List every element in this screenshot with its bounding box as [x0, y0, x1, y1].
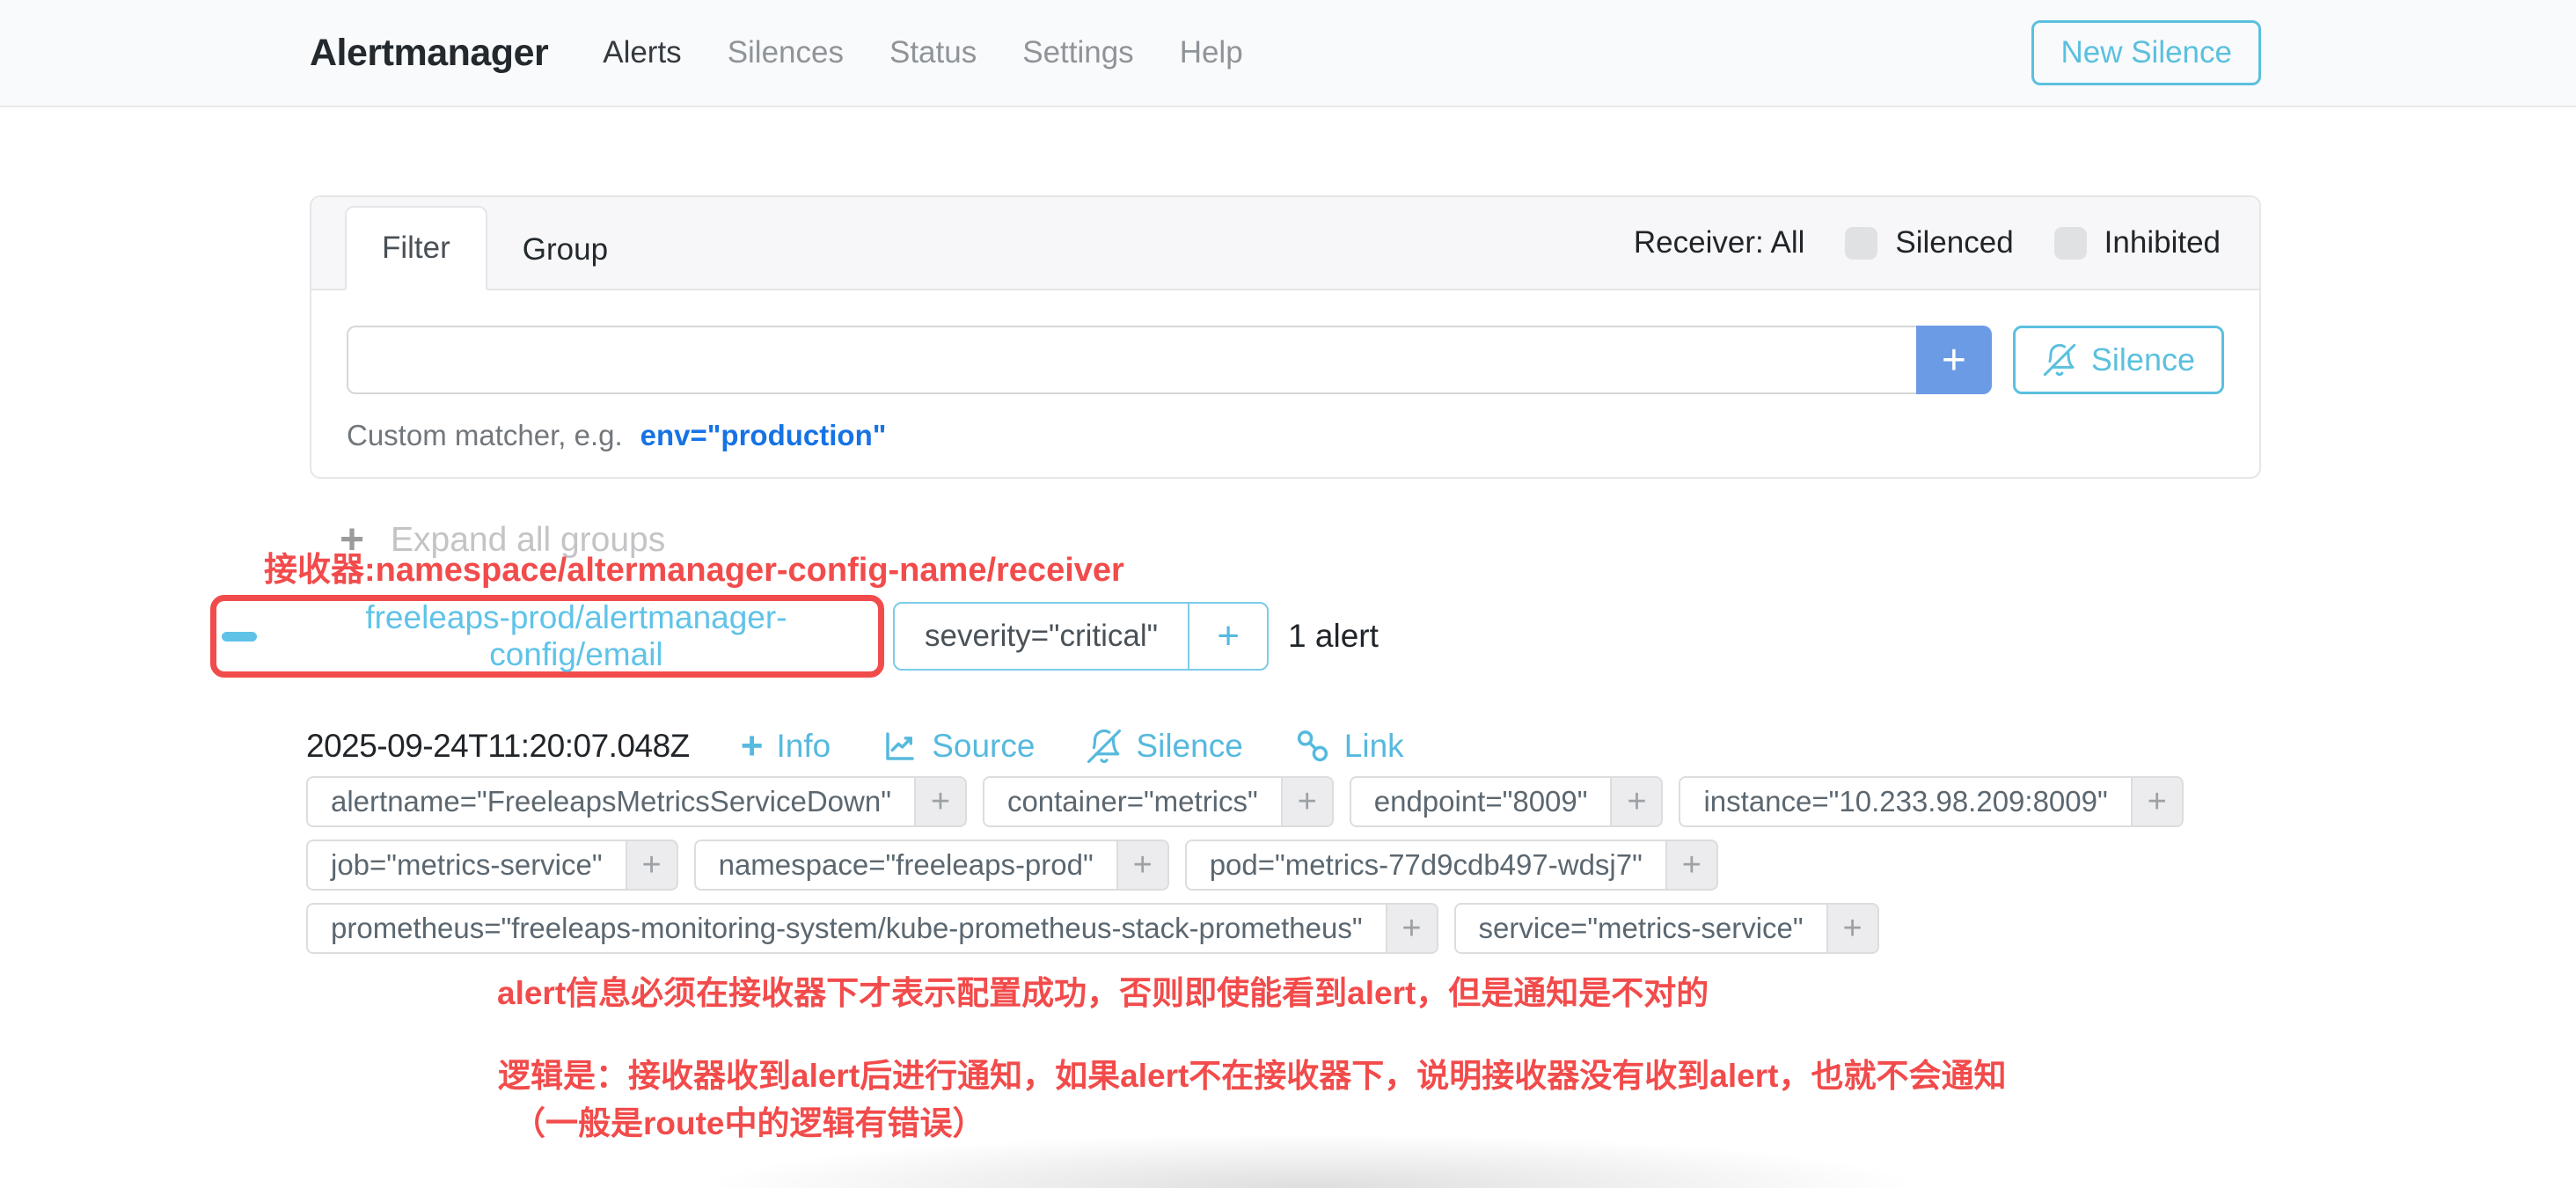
bell-slash-icon: [2042, 342, 2077, 378]
alert-label-chip: instance="10.233.98.209:8009" +: [1679, 776, 2183, 827]
filter-card-header-right: Receiver: All Silenced Inhibited: [1634, 197, 2221, 289]
add-group-filter-button[interactable]: +: [1188, 604, 1267, 669]
label-row: prometheus="freeleaps-monitoring-system/…: [306, 903, 2184, 954]
label-text: alertname="FreeleapsMetricsServiceDown": [306, 776, 916, 827]
label-text: namespace="freeleaps-prod": [694, 840, 1118, 891]
silenced-checkbox[interactable]: Silenced: [1845, 225, 2013, 260]
silence-button-label: Silence: [2091, 341, 2195, 378]
bell-slash-icon: [1086, 728, 1123, 765]
alert-source-link[interactable]: Source: [882, 728, 1035, 765]
silenced-checkbox-label: Silenced: [1895, 225, 2013, 260]
label-text: pod="metrics-77d9cdb497-wdsj7": [1185, 840, 1667, 891]
plus-icon: +: [741, 727, 764, 766]
alert-label-chip: alertname="FreeleapsMetricsServiceDown" …: [306, 776, 967, 827]
alert-silence-link[interactable]: Silence: [1086, 728, 1242, 765]
silence-from-filter-button[interactable]: Silence: [2013, 326, 2224, 394]
tab-group[interactable]: Group: [487, 209, 643, 290]
checkbox-icon[interactable]: [2054, 227, 2087, 260]
receiver-group-toggle[interactable]: freeleaps-prod/alertmanager-config/email: [216, 598, 878, 674]
annotation-receiver-format: 接收器:namespace/altermanager-config-name/r…: [264, 542, 1124, 590]
main-content: Filter Group Receiver: All Silenced Inhi…: [0, 107, 2576, 1184]
group-matcher-chip: severity="critical" +: [893, 602, 1269, 671]
screenshot-bottom-shadow: [545, 1130, 2076, 1188]
filter-card: Filter Group Receiver: All Silenced Inhi…: [310, 195, 2261, 479]
alert-label-chip: namespace="freeleaps-prod" +: [694, 840, 1169, 891]
label-text: endpoint="8009": [1350, 776, 1613, 827]
receiver-filter-toggle[interactable]: Receiver: All: [1634, 225, 1805, 260]
add-label-filter-button[interactable]: +: [1612, 776, 1663, 827]
nav-help[interactable]: Help: [1180, 35, 1243, 70]
annotation-line-1: alert信息必须在接收器下才表示配置成功，否则即使能看到alert，但是通知是…: [497, 966, 1709, 1014]
alert-timestamp: 2025-09-24T11:20:07.048Z: [306, 728, 690, 765]
matcher-input[interactable]: [347, 326, 1916, 394]
annotation-line-2: 逻辑是：接收器收到alert后进行通知，如果alert不在接收器下，说明接收器没…: [498, 1049, 2006, 1096]
add-label-filter-button[interactable]: +: [627, 840, 678, 891]
nav-status[interactable]: Status: [889, 35, 977, 70]
alert-detail-row: 2025-09-24T11:20:07.048Z + Info Source S…: [306, 722, 1404, 771]
matcher-example-link[interactable]: env="production": [640, 419, 887, 452]
tab-filter[interactable]: Filter: [345, 206, 487, 290]
info-link-label: Info: [776, 728, 831, 765]
label-text: job="metrics-service": [306, 840, 627, 891]
chart-icon: [882, 728, 918, 765]
inhibited-checkbox[interactable]: Inhibited: [2054, 225, 2221, 260]
link-icon: [1294, 728, 1331, 765]
alert-label-chip: endpoint="8009" +: [1350, 776, 1664, 827]
annotation-highlight-box: freeleaps-prod/alertmanager-config/email: [210, 595, 884, 678]
filter-card-body: + Silence Custom matcher, e.g. env="prod…: [311, 290, 2259, 452]
filter-card-header: Filter Group Receiver: All Silenced Inhi…: [311, 197, 2259, 290]
source-link-label: Source: [932, 728, 1035, 765]
nav-alerts[interactable]: Alerts: [603, 35, 681, 70]
alert-count: 1 alert: [1288, 618, 1379, 655]
add-label-filter-button[interactable]: +: [1387, 903, 1438, 954]
add-label-filter-button[interactable]: +: [916, 776, 967, 827]
alert-label-chip: prometheus="freeleaps-monitoring-system/…: [306, 903, 1438, 954]
receiver-group-name: freeleaps-prod/alertmanager-config/email: [280, 599, 873, 673]
alert-label-chip: service="metrics-service" +: [1454, 903, 1879, 954]
main-nav: Alerts Silences Status Settings Help: [603, 35, 1242, 70]
alert-info-link[interactable]: + Info: [741, 727, 831, 766]
alert-label-chip: pod="metrics-77d9cdb497-wdsj7" +: [1185, 840, 1718, 891]
nav-settings[interactable]: Settings: [1022, 35, 1133, 70]
alert-label-chip: job="metrics-service" +: [306, 840, 678, 891]
label-text: container="metrics": [983, 776, 1283, 827]
add-matcher-button[interactable]: +: [1916, 326, 1992, 394]
checkbox-icon[interactable]: [1845, 227, 1877, 260]
link-link-label: Link: [1344, 728, 1404, 765]
navbar: Alertmanager Alerts Silences Status Sett…: [0, 0, 2576, 107]
label-row: alertname="FreeleapsMetricsServiceDown" …: [306, 776, 2184, 827]
add-label-filter-button[interactable]: +: [1828, 903, 1879, 954]
add-label-filter-button[interactable]: +: [1667, 840, 1718, 891]
minus-icon: [222, 632, 257, 642]
add-label-filter-button[interactable]: +: [1118, 840, 1169, 891]
label-text: service="metrics-service": [1454, 903, 1828, 954]
add-label-filter-button[interactable]: +: [1283, 776, 1334, 827]
app-brand[interactable]: Alertmanager: [310, 32, 548, 75]
add-label-filter-button[interactable]: +: [2133, 776, 2184, 827]
alert-label-chip: container="metrics" +: [983, 776, 1334, 827]
label-row: job="metrics-service" + namespace="freel…: [306, 840, 2184, 891]
silence-link-label: Silence: [1136, 728, 1242, 765]
custom-matcher-hint: Custom matcher, e.g.: [347, 419, 623, 452]
nav-silences[interactable]: Silences: [728, 35, 844, 70]
new-silence-button[interactable]: New Silence: [2031, 20, 2261, 85]
inhibited-checkbox-label: Inhibited: [2104, 225, 2221, 260]
label-text: instance="10.233.98.209:8009": [1679, 776, 2132, 827]
alert-labels: alertname="FreeleapsMetricsServiceDown" …: [306, 776, 2184, 954]
label-text: prometheus="freeleaps-monitoring-system/…: [306, 903, 1387, 954]
alert-permalink[interactable]: Link: [1294, 728, 1404, 765]
receiver-group-row: freeleaps-prod/alertmanager-config/email…: [210, 595, 1379, 678]
group-matcher-label: severity="critical": [895, 604, 1188, 669]
